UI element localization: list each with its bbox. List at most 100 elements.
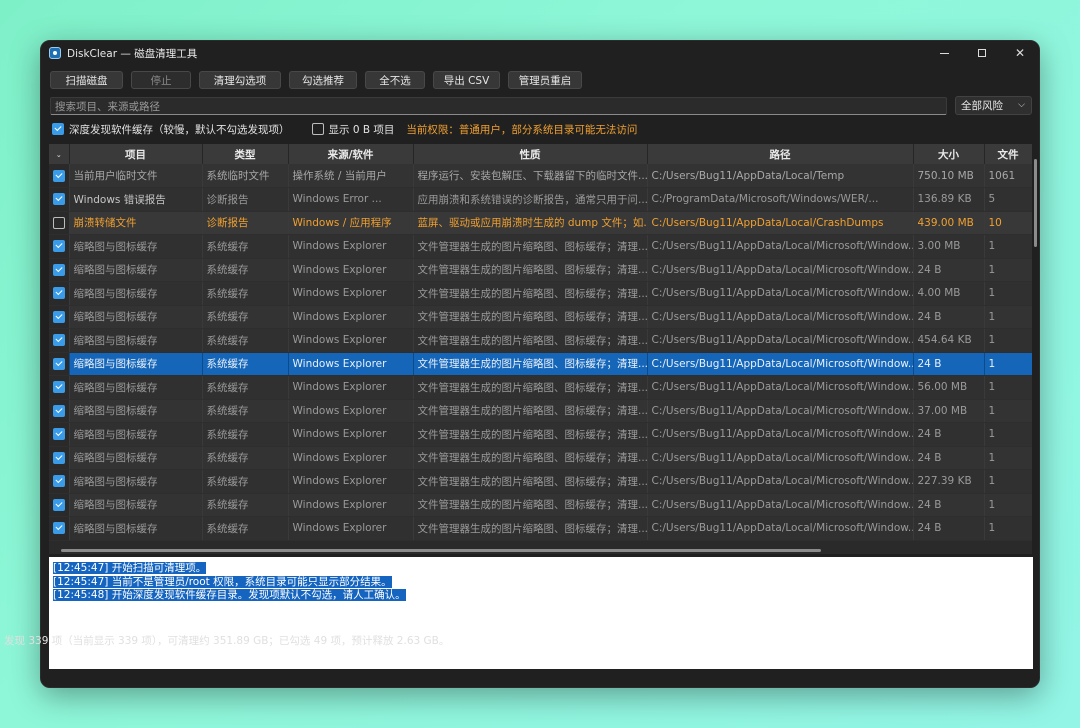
cell-files: 1 xyxy=(984,516,1032,541)
close-icon: ✕ xyxy=(1014,46,1026,60)
table-row[interactable]: 缩略图与图标缓存 系统缓存 Windows Explorer 文件管理器生成的图片缩略… xyxy=(49,234,1032,259)
row-checkbox[interactable] xyxy=(52,428,65,441)
row-checkbox[interactable] xyxy=(52,240,65,253)
row-checkbox[interactable] xyxy=(52,193,65,206)
cell-type: 系统临时文件 xyxy=(202,164,289,188)
show-zero-checkbox[interactable] xyxy=(311,123,324,135)
select-none-button[interactable]: 全不选 xyxy=(365,71,425,89)
column-header-check[interactable]: ⌄ xyxy=(49,144,70,164)
cell-check[interactable] xyxy=(49,234,70,259)
table-row[interactable]: 当前用户临时文件 系统临时文件 操作系统 / 当前用户 程序运行、安装包解压、下载器留… xyxy=(49,164,1032,188)
cell-check[interactable] xyxy=(49,187,70,212)
results-table[interactable]: ⌄ 项目 类型 来源/软件 性质 路径 大小 文件 当前用户临时文件 系统临时文件… xyxy=(49,144,1032,554)
row-checkbox[interactable] xyxy=(52,310,65,323)
cell-check[interactable] xyxy=(49,328,70,353)
row-checkbox[interactable] xyxy=(52,334,65,347)
cell-check[interactable] xyxy=(49,258,70,282)
deep-scan-label[interactable]: 深度发现软件缓存（较慢，默认不勾选发现项） xyxy=(69,122,290,137)
title-bar[interactable]: DiskClear — 磁盘清理工具 ✕ xyxy=(41,41,1039,65)
row-checkbox[interactable] xyxy=(52,287,65,300)
column-header-nature[interactable]: 性质 xyxy=(413,144,648,164)
cell-check[interactable] xyxy=(49,375,70,400)
horizontal-scrollbar[interactable] xyxy=(61,549,821,552)
row-checkbox[interactable] xyxy=(52,381,65,394)
row-checkbox[interactable] xyxy=(52,263,65,276)
cell-check[interactable] xyxy=(49,469,70,494)
table-row[interactable]: 缩略图与图标缓存 系统缓存 Windows Explorer 文件管理器生成的图片缩略… xyxy=(49,422,1032,447)
column-header-name[interactable]: 项目 xyxy=(69,144,203,164)
cell-name: 缩略图与图标缓存 xyxy=(69,493,203,517)
cell-size: 454.64 KB xyxy=(913,328,985,353)
table-row[interactable]: 缩略图与图标缓存 系统缓存 Windows Explorer 文件管理器生成的图片缩略… xyxy=(49,493,1032,517)
column-header-files[interactable]: 文件 xyxy=(984,144,1032,164)
cell-size: 24 B xyxy=(913,352,985,376)
vertical-scrollbar[interactable] xyxy=(1034,159,1037,247)
row-checkbox[interactable] xyxy=(52,357,65,370)
cell-check[interactable] xyxy=(49,422,70,447)
table-row[interactable]: 缩略图与图标缓存 系统缓存 Windows Explorer 文件管理器生成的图片缩略… xyxy=(49,399,1032,423)
export-csv-button[interactable]: 导出 CSV xyxy=(433,71,500,89)
table-row[interactable]: 缩略图与图标缓存 系统缓存 Windows Explorer 文件管理器生成的图片缩略… xyxy=(49,328,1032,353)
clean-selected-button[interactable]: 清理勾选项 xyxy=(199,71,281,89)
table-row[interactable]: 缩略图与图标缓存 系统缓存 Windows Explorer 文件管理器生成的图片缩略… xyxy=(49,516,1032,541)
table-row[interactable]: Windows 错误报告 诊断报告 Windows Error ... 应用崩溃和系统… xyxy=(49,187,1032,212)
table-row[interactable]: 崩溃转储文件 诊断报告 Windows / 应用程序 蓝屏、驱动或应用崩溃时生成的 d… xyxy=(49,211,1032,235)
column-header-size[interactable]: 大小 xyxy=(913,144,985,164)
table-row[interactable]: 缩略图与图标缓存 系统缓存 Windows Explorer 文件管理器生成的图片缩略… xyxy=(49,281,1032,306)
maximize-button[interactable] xyxy=(963,41,1001,65)
cell-name: 缩略图与图标缓存 xyxy=(69,516,203,541)
toolbar: 扫描磁盘 停止 清理勾选项 勾选推荐 全不选 导出 CSV 管理员重启 xyxy=(50,71,582,89)
column-header-path[interactable]: 路径 xyxy=(647,144,914,164)
table-row[interactable]: 缩略图与图标缓存 系统缓存 Windows Explorer 文件管理器生成的图片缩略… xyxy=(49,446,1032,470)
cell-check[interactable] xyxy=(49,211,70,235)
search-input[interactable]: 搜索项目、来源或路径 xyxy=(50,97,947,115)
cell-source: Windows Explorer xyxy=(288,516,414,541)
cell-check[interactable] xyxy=(49,305,70,329)
column-header-source[interactable]: 来源/软件 xyxy=(288,144,414,164)
deep-scan-checkbox[interactable] xyxy=(52,123,64,135)
cell-check[interactable] xyxy=(49,352,70,376)
risk-filter-value: 全部风险 xyxy=(961,100,1003,112)
cell-check[interactable] xyxy=(49,164,70,188)
cell-size: 24 B xyxy=(913,258,985,282)
minimize-button[interactable] xyxy=(925,41,963,65)
table-row[interactable]: 缩略图与图标缓存 系统缓存 Windows Explorer 文件管理器生成的图片缩略… xyxy=(49,469,1032,494)
scan-disk-button[interactable]: 扫描磁盘 xyxy=(50,71,123,89)
row-checkbox[interactable] xyxy=(52,475,65,488)
cell-source: Windows Error ... xyxy=(288,187,414,212)
row-checkbox[interactable] xyxy=(52,216,65,229)
close-button[interactable]: ✕ xyxy=(1001,41,1039,65)
cell-type: 系统缓存 xyxy=(202,516,289,541)
row-checkbox[interactable] xyxy=(52,169,65,182)
log-line: [12:45:47] 当前不是管理员/root 权限，系统目录可能只显示部分结果… xyxy=(53,575,392,588)
show-zero-label[interactable]: 显示 0 B 项目 xyxy=(329,122,395,137)
cell-size: 3.00 MB xyxy=(913,234,985,259)
cell-files: 1 xyxy=(984,281,1032,306)
privilege-note: 当前权限：普通用户，部分系统目录可能无法访问 xyxy=(406,123,638,136)
cell-check[interactable] xyxy=(49,399,70,423)
select-recommended-button[interactable]: 勾选推荐 xyxy=(289,71,357,89)
risk-filter-select[interactable]: 全部风险 ⌵ xyxy=(955,96,1032,115)
table-row[interactable]: 缩略图与图标缓存 系统缓存 Windows Explorer 文件管理器生成的图片缩略… xyxy=(49,375,1032,400)
table-row[interactable]: 缩略图与图标缓存 系统缓存 Windows Explorer 文件管理器生成的图片缩略… xyxy=(49,352,1032,376)
cell-nature: 文件管理器生成的图片缩略图、图标缓存；清理... xyxy=(413,422,648,447)
row-checkbox[interactable] xyxy=(52,522,65,535)
column-header-type[interactable]: 类型 xyxy=(202,144,289,164)
app-logo-icon xyxy=(49,47,61,59)
admin-restart-button[interactable]: 管理员重启 xyxy=(508,71,582,89)
cell-check[interactable] xyxy=(49,516,70,541)
cell-name: 缩略图与图标缓存 xyxy=(69,281,203,306)
cell-check[interactable] xyxy=(49,446,70,470)
row-checkbox[interactable] xyxy=(52,404,65,417)
cell-check[interactable] xyxy=(49,281,70,306)
cell-files: 1 xyxy=(984,446,1032,470)
row-checkbox[interactable] xyxy=(52,451,65,464)
cell-check[interactable] xyxy=(49,493,70,517)
table-row[interactable]: 缩略图与图标缓存 系统缓存 Windows Explorer 文件管理器生成的图片缩略… xyxy=(49,258,1032,282)
cell-nature: 程序运行、安装包解压、下载器留下的临时文件... xyxy=(413,164,648,188)
cell-path: C:/Users/Bug11/AppData/Local/Microsoft/W… xyxy=(647,493,914,517)
row-checkbox[interactable] xyxy=(52,498,65,511)
cell-nature: 文件管理器生成的图片缩略图、图标缓存；清理... xyxy=(413,516,648,541)
table-row[interactable]: 缩略图与图标缓存 系统缓存 Windows Explorer 文件管理器生成的图片缩略… xyxy=(49,305,1032,329)
stop-button[interactable]: 停止 xyxy=(131,71,191,89)
